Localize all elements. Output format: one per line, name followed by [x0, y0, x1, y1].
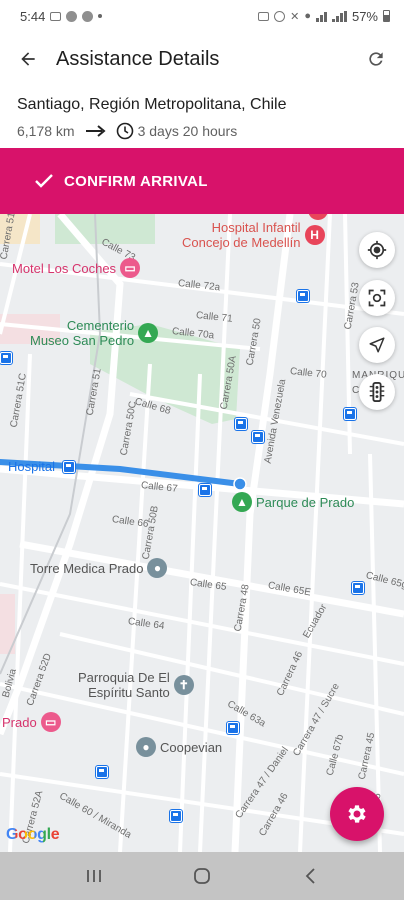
bus-stop-icon: [252, 431, 264, 443]
gallery-notification-icon: [50, 11, 62, 21]
battery-percent: 57%: [351, 8, 378, 24]
traffic-light-icon: [369, 382, 385, 402]
bus-stop-icon: [227, 722, 239, 734]
trip-stats: 6,178 km 3 days 20 hours: [17, 121, 387, 141]
arrow-left-icon: [21, 52, 35, 66]
bed-icon: ▭: [120, 258, 141, 278]
poi-label: Torre Medica Prado: [30, 560, 144, 576]
status-time: 5:44: [20, 8, 46, 24]
navigate-icon: [369, 337, 385, 353]
my-location-button[interactable]: [359, 232, 395, 268]
poi-hospital[interactable]: Hospital: [8, 459, 75, 474]
home-icon: [194, 868, 210, 884]
recent-apps-icon: [87, 870, 101, 882]
hospital-icon: H: [304, 225, 325, 245]
destination-text: Santiago, Región Metropolitana, Chile: [17, 96, 287, 113]
wifi-icon: [315, 11, 327, 22]
poi-label: Motel Los Coches: [12, 260, 117, 276]
lock-icon: [258, 11, 270, 21]
distance-text: 6,178 km: [17, 123, 75, 139]
poi-torre-medica[interactable]: Torre Medica Prado ●: [30, 558, 168, 578]
tree-icon: ▲: [232, 492, 252, 512]
tree-icon: ▲: [138, 323, 159, 343]
poi-label: Coopevian: [160, 739, 223, 755]
battery-icon: [383, 10, 390, 22]
alarm-icon: [274, 10, 286, 22]
recent-apps-button[interactable]: [64, 854, 124, 898]
poi-cementerio[interactable]: Cementerio Museo San Pedro ▲: [30, 318, 159, 348]
pin-icon: ●: [136, 737, 156, 757]
bed-icon: ▭: [40, 712, 61, 732]
poi-label: Prado: [2, 714, 37, 730]
page-title: Assistance Details: [56, 47, 220, 70]
bus-stop-icon: [297, 290, 309, 302]
google-attribution: Google: [6, 826, 60, 843]
poi-hospital-infantil[interactable]: Hospital Infantil Concejo de Medellín H: [182, 220, 325, 250]
confirm-arrival-button[interactable]: CONFIRM ARRIVAL: [0, 148, 404, 214]
system-nav-bar: [0, 852, 404, 900]
my-location-icon: [367, 240, 387, 260]
poi-prado[interactable]: Prado ▭: [2, 712, 61, 732]
poi-label: Hospital Infantil Concejo de Medellín: [182, 220, 301, 250]
bus-stop-icon: [96, 766, 108, 778]
app-notification-icon: [66, 10, 78, 22]
refresh-icon: [369, 52, 383, 66]
recenter-button[interactable]: [359, 280, 395, 316]
bus-stop-icon: [62, 460, 75, 473]
google-logo: Google: [6, 826, 60, 844]
poi-parque-de-prado[interactable]: ▲ Parque de Prado: [232, 492, 354, 512]
app-bar: Assistance Details: [0, 32, 404, 86]
bus-stop-icon: [170, 810, 182, 822]
more-notifications-icon: [98, 14, 103, 18]
bus-stop-icon: [235, 418, 247, 430]
poi-motel[interactable]: Motel Los Coches ▭: [12, 258, 141, 278]
home-button[interactable]: [172, 854, 232, 898]
back-icon: [305, 868, 315, 884]
back-button[interactable]: [0, 32, 56, 86]
bus-stop-icon: [344, 408, 356, 420]
refresh-button[interactable]: [348, 32, 404, 86]
current-location-dot: [233, 477, 247, 491]
settings-icon: [348, 805, 366, 823]
system-back-button[interactable]: [280, 854, 340, 898]
signal-icon: [331, 10, 347, 22]
traffic-button[interactable]: [359, 374, 395, 410]
clock-icon: [116, 122, 134, 140]
mute-icon: ✕: [290, 10, 300, 23]
poi-label: Hospital: [8, 459, 55, 474]
poi-label: Parroquia De El Espíritu Santo: [78, 670, 170, 700]
app-notification-icon: [82, 10, 94, 22]
poi-label: Cementerio Museo San Pedro: [30, 318, 135, 348]
bus-stop-icon: [352, 582, 364, 594]
location-icon: ●: [304, 10, 311, 22]
confirm-arrival-label: CONFIRM ARRIVAL: [64, 172, 208, 190]
trip-summary: Santiago, Región Metropolitana, Chile 6,…: [17, 94, 387, 141]
settings-button[interactable]: [330, 787, 384, 841]
duration-text: 3 days 20 hours: [137, 123, 238, 139]
bus-stop-icon: [0, 352, 12, 364]
map-view[interactable]: Calle 73 Calle 72a Calle 71 Calle 70a Ca…: [0, 214, 404, 852]
check-icon: [35, 174, 53, 188]
poi-label: Parque de Prado: [256, 494, 355, 510]
recenter-icon: [368, 289, 386, 307]
poi-coopevian[interactable]: ● Coopevian: [136, 737, 222, 757]
navigate-button[interactable]: [359, 327, 395, 363]
arrow-right-icon: [85, 125, 106, 137]
church-icon: ✝: [173, 675, 194, 695]
pin-icon: ●: [147, 558, 168, 578]
bus-stop-icon: [199, 484, 211, 496]
status-bar: 5:44 ✕ ● 57%: [0, 0, 404, 32]
poi-parroquia[interactable]: Parroquia De El Espíritu Santo ✝: [78, 670, 194, 700]
